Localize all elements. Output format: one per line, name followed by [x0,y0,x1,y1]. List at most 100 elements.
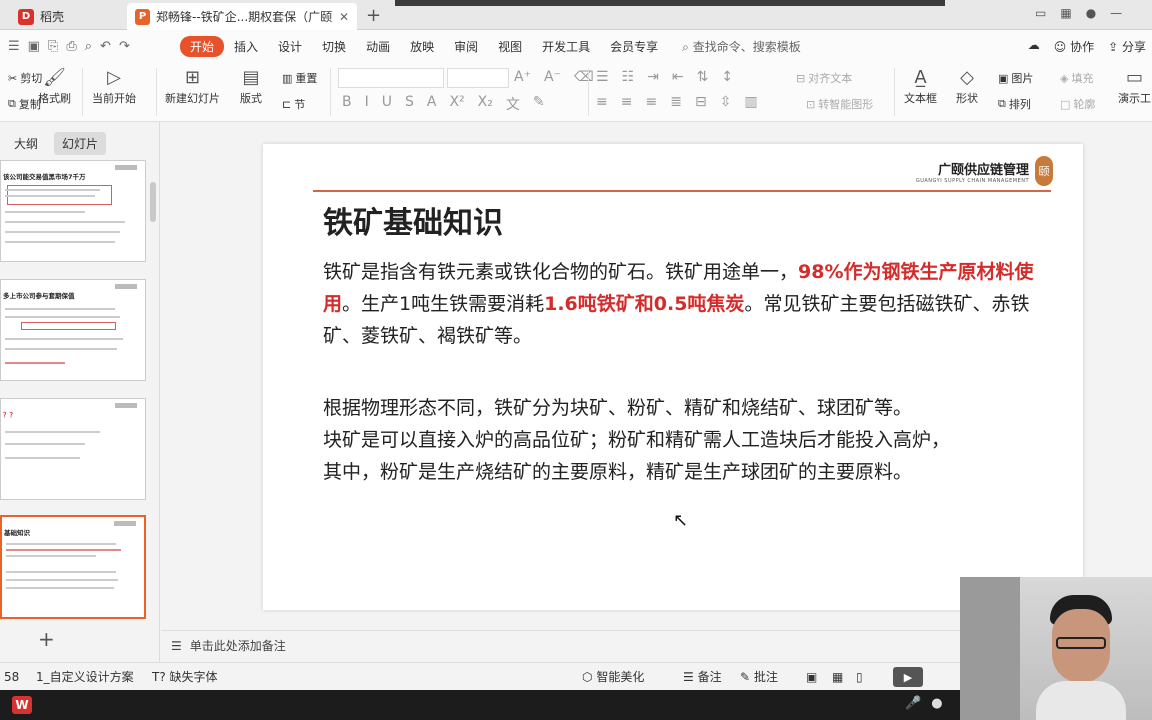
align-right-icon[interactable]: ≡ [645,94,657,110]
share-button[interactable]: ⇪ 分享 [1108,38,1146,55]
slide[interactable]: 广颐供应链管理 GUANGYI SUPPLY CHAIN MANAGEMENT … [263,144,1083,610]
undo-icon[interactable]: ↶ [100,39,111,54]
avatar-icon[interactable]: ● [1086,6,1096,20]
bold-icon[interactable]: B [342,94,352,114]
preview-icon[interactable]: ⌕ [85,39,92,54]
slide-title[interactable]: 铁矿基础知识 [323,198,503,242]
phonetic-icon[interactable]: 文 [506,94,520,114]
slide-thumbnail-selected[interactable]: 基础知识 [0,515,146,619]
export-icon[interactable]: ⎘ [48,39,58,54]
redo-icon[interactable]: ↷ [119,39,130,54]
add-slide-icon[interactable]: + [38,627,55,651]
cloud-icon[interactable]: ☁ [1028,38,1040,55]
align-center-icon[interactable]: ≡ [621,94,633,110]
menu-member[interactable]: 会员专享 [600,38,668,55]
section-button[interactable]: ⊏ 节 [282,96,305,112]
outline-button[interactable]: □ 轮廓 [1060,96,1095,112]
strikethrough-icon[interactable]: S [405,94,414,114]
font-size-select[interactable] [447,68,509,88]
tab-slides[interactable]: 幻灯片 [54,132,107,155]
thumb-title: 多上市公司参与套期保值 [3,292,75,300]
grid-icon[interactable]: ▦ [1060,6,1071,20]
body-paragraph-1[interactable]: 铁矿是指含有铁元素或铁化合物的矿石。铁矿用途单一，98%作为钢铁生产原材料使用。… [323,256,1043,352]
underline-icon[interactable]: U [382,94,392,114]
indent-icon[interactable]: ⇥ [647,69,659,85]
design-scheme[interactable]: 1_自定义设计方案 [36,668,134,685]
bullet-list-icon[interactable]: ☰ [596,69,609,85]
align-left-icon[interactable]: ≡ [596,94,608,110]
arrange-button[interactable]: ⧉ 排列 [998,96,1031,112]
subscript-icon[interactable]: X₂ [478,94,493,114]
minimize-icon[interactable]: — [1110,6,1122,20]
play-slideshow-icon[interactable]: ▶ [893,667,923,687]
numbered-list-icon[interactable]: ☷ [622,69,635,85]
menu-insert[interactable]: 插入 [224,38,268,55]
menu-transition[interactable]: 切换 [312,38,356,55]
highlight-icon[interactable]: ✎ [533,94,545,114]
print-icon[interactable]: ⎙ [66,39,76,54]
smart-beautify-button[interactable]: ⬡ 智能美化 [582,668,644,685]
slide-thumbnail[interactable]: 该公司能交易值黑市场7千万 [0,160,146,262]
menu-home[interactable]: 开始 [180,35,225,57]
microphone-icon[interactable]: 🎤 [905,696,921,711]
wechat-icon[interactable]: ● [931,696,942,711]
clear-format-icon[interactable]: ⌫ [574,69,594,85]
normal-view-icon[interactable]: ▣ [806,670,817,684]
smart-shape-button[interactable]: ⊡ 转智能图形 [806,96,873,112]
missing-font-button[interactable]: T? 缺失字体 [152,668,218,685]
file-icon[interactable]: ☰ [8,39,20,54]
reading-view-icon[interactable]: ▯ [856,670,863,684]
webcam-overlay [960,577,1152,720]
superscript-icon[interactable]: X² [449,94,464,114]
present-tools-button[interactable]: ▭ 演示工 [1118,66,1151,106]
reset-button[interactable]: ▥ 重置 [282,70,317,86]
slide-thumbnail[interactable]: ？？ [0,398,146,500]
sorter-view-icon[interactable]: ▦ [832,670,843,684]
collaborate-button[interactable]: ☺ 协作 [1054,38,1094,55]
menu-design[interactable]: 设计 [268,38,312,55]
picture-button[interactable]: ▣ 图片 [998,70,1033,86]
font-family-select[interactable] [338,68,444,88]
justify-icon[interactable]: ≣ [670,94,682,110]
shrink-font-icon[interactable]: A⁻ [544,69,561,85]
layout-icon[interactable]: ▭ [1035,6,1046,20]
distribute-icon[interactable]: ⊟ [695,94,707,110]
menu-review[interactable]: 审阅 [444,38,488,55]
slide-thumbnail[interactable]: 多上市公司参与套期保值 [0,279,146,381]
column-icon[interactable]: ▥ [744,94,757,110]
play-from-current-button[interactable]: ▷ 当前开始 [92,66,136,106]
menu-developer[interactable]: 开发工具 [532,38,600,55]
command-search[interactable]: ⌕ 查找命令、搜索模板 [668,38,801,55]
line-spacing-icon[interactable]: ↕ [721,69,733,85]
close-icon[interactable]: ✕ [339,10,349,24]
arrange-icon: ⧉ [998,97,1006,110]
wps-app-icon[interactable]: W [12,696,32,714]
docer-logo-icon: D [18,8,34,25]
body-paragraph-2[interactable]: 根据物理形态不同，铁矿分为块矿、粉矿、精矿和烧结矿、球团矿等。 块矿是可以直接入… [323,392,1043,488]
new-slide-button[interactable]: ⊞ 新建幻灯片 [165,66,220,106]
save-icon[interactable]: ▣ [28,39,40,54]
tab-document[interactable]: P 郑畅锋--铁矿企...期权套保（广颐） ✕ [127,3,357,30]
tab-outline[interactable]: 大纲 [6,132,46,155]
format-painter-button[interactable]: 🖌 格式刷 [38,66,71,106]
grow-font-icon[interactable]: A⁺ [514,69,531,85]
italic-icon[interactable]: I [365,94,369,114]
shape-button[interactable]: ◇ 形状 [956,66,978,106]
notes-toggle-button[interactable]: ☰ 备注 [683,668,722,685]
spacing-icon[interactable]: ⇳ [720,94,732,110]
menu-animation[interactable]: 动画 [356,38,400,55]
menu-slideshow[interactable]: 放映 [400,38,444,55]
font-color-icon[interactable]: A [427,94,437,114]
outdent-icon[interactable]: ⇤ [672,69,684,85]
align-text-button[interactable]: ⊟ 对齐文本 [796,70,852,86]
layout-button[interactable]: ▤ 版式 [240,66,262,106]
textbox-button[interactable]: A̲ 文本框 [904,66,937,106]
text-direction-icon[interactable]: ⇅ [697,69,709,85]
scrollbar[interactable] [150,182,156,222]
new-tab-icon[interactable]: + [366,5,381,26]
tab-docer-home[interactable]: D 稻壳 [10,3,120,30]
copy-button[interactable]: ⧉ 复制 [8,96,41,112]
comment-button[interactable]: ✎ 批注 [740,668,778,685]
fill-button[interactable]: ◈ 填充 [1060,70,1093,86]
menu-view[interactable]: 视图 [488,38,532,55]
